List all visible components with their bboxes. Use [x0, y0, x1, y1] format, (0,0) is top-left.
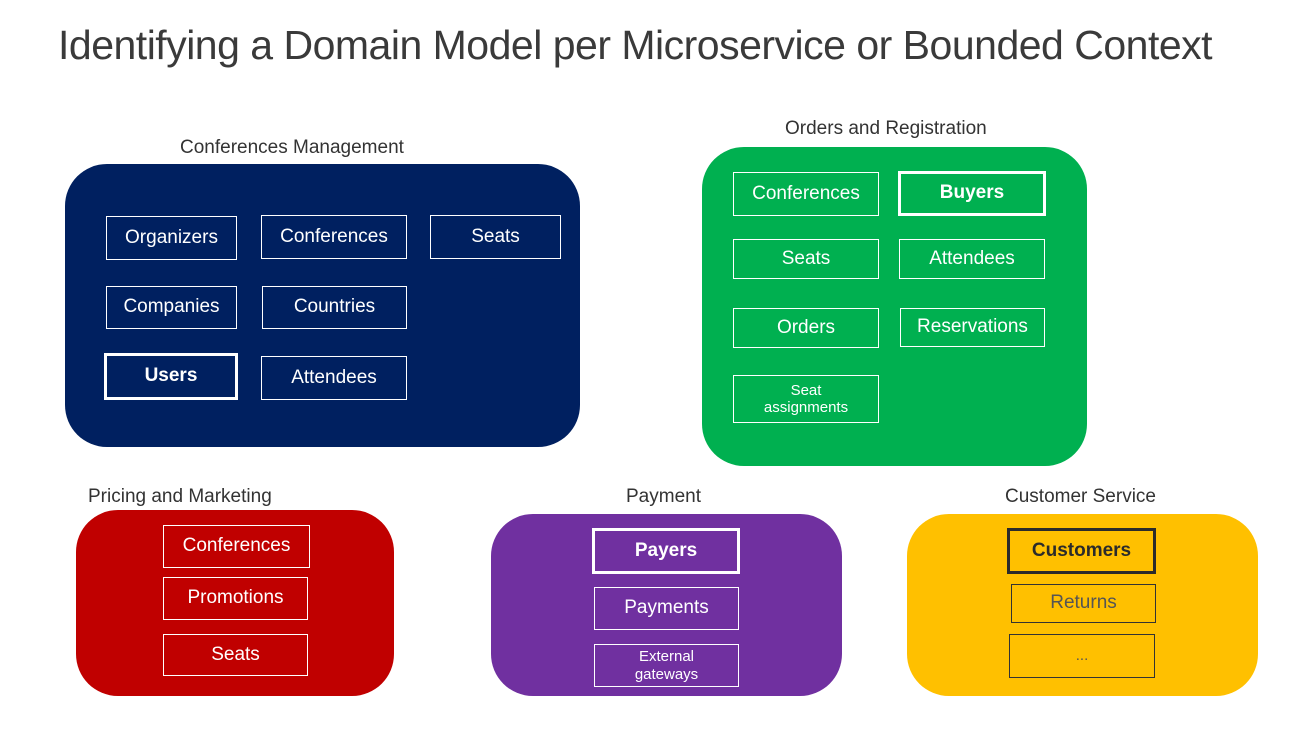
bounded-context-conferences-management: Organizers Conferences Seats Companies C…	[65, 164, 580, 447]
bounded-context-pricing-and-marketing: Conferences Promotions Seats	[76, 510, 394, 696]
aggregate-root-buyers: Buyers	[898, 171, 1046, 216]
entity-organizers: Organizers	[106, 216, 237, 260]
entity-seats: Seats	[733, 239, 879, 279]
bounded-context-orders-and-registration: Conferences Buyers Seats Attendees Order…	[702, 147, 1087, 466]
entity-orders: Orders	[733, 308, 879, 348]
bounded-context-customer-service: Customers Returns ...	[907, 514, 1258, 696]
entity-seats: Seats	[163, 634, 308, 676]
entity-conferences: Conferences	[163, 525, 310, 568]
context-label-orders-and-registration: Orders and Registration	[785, 118, 987, 139]
aggregate-root-users: Users	[104, 353, 238, 400]
entity-companies: Companies	[106, 286, 237, 329]
entity-conferences: Conferences	[261, 215, 407, 259]
entity-promotions: Promotions	[163, 577, 308, 620]
entity-attendees: Attendees	[899, 239, 1045, 279]
context-label-pricing-and-marketing: Pricing and Marketing	[88, 486, 272, 507]
context-label-customer-service: Customer Service	[1005, 486, 1156, 507]
entity-seats: Seats	[430, 215, 561, 259]
bounded-context-payment: Payers Payments External gateways	[491, 514, 842, 696]
entity-countries: Countries	[262, 286, 407, 329]
entity-reservations: Reservations	[900, 308, 1045, 347]
entity-attendees: Attendees	[261, 356, 407, 400]
entity-conferences: Conferences	[733, 172, 879, 216]
page-title: Identifying a Domain Model per Microserv…	[58, 22, 1213, 68]
aggregate-root-customers: Customers	[1007, 528, 1156, 574]
context-label-payment: Payment	[626, 486, 701, 507]
entity-payments: Payments	[594, 587, 739, 630]
entity-more: ...	[1009, 634, 1155, 678]
entity-external-gateways: External gateways	[594, 644, 739, 687]
entity-returns: Returns	[1011, 584, 1156, 623]
context-label-conferences-management: Conferences Management	[180, 137, 404, 158]
entity-seat-assignments: Seat assignments	[733, 375, 879, 423]
aggregate-root-payers: Payers	[592, 528, 740, 574]
